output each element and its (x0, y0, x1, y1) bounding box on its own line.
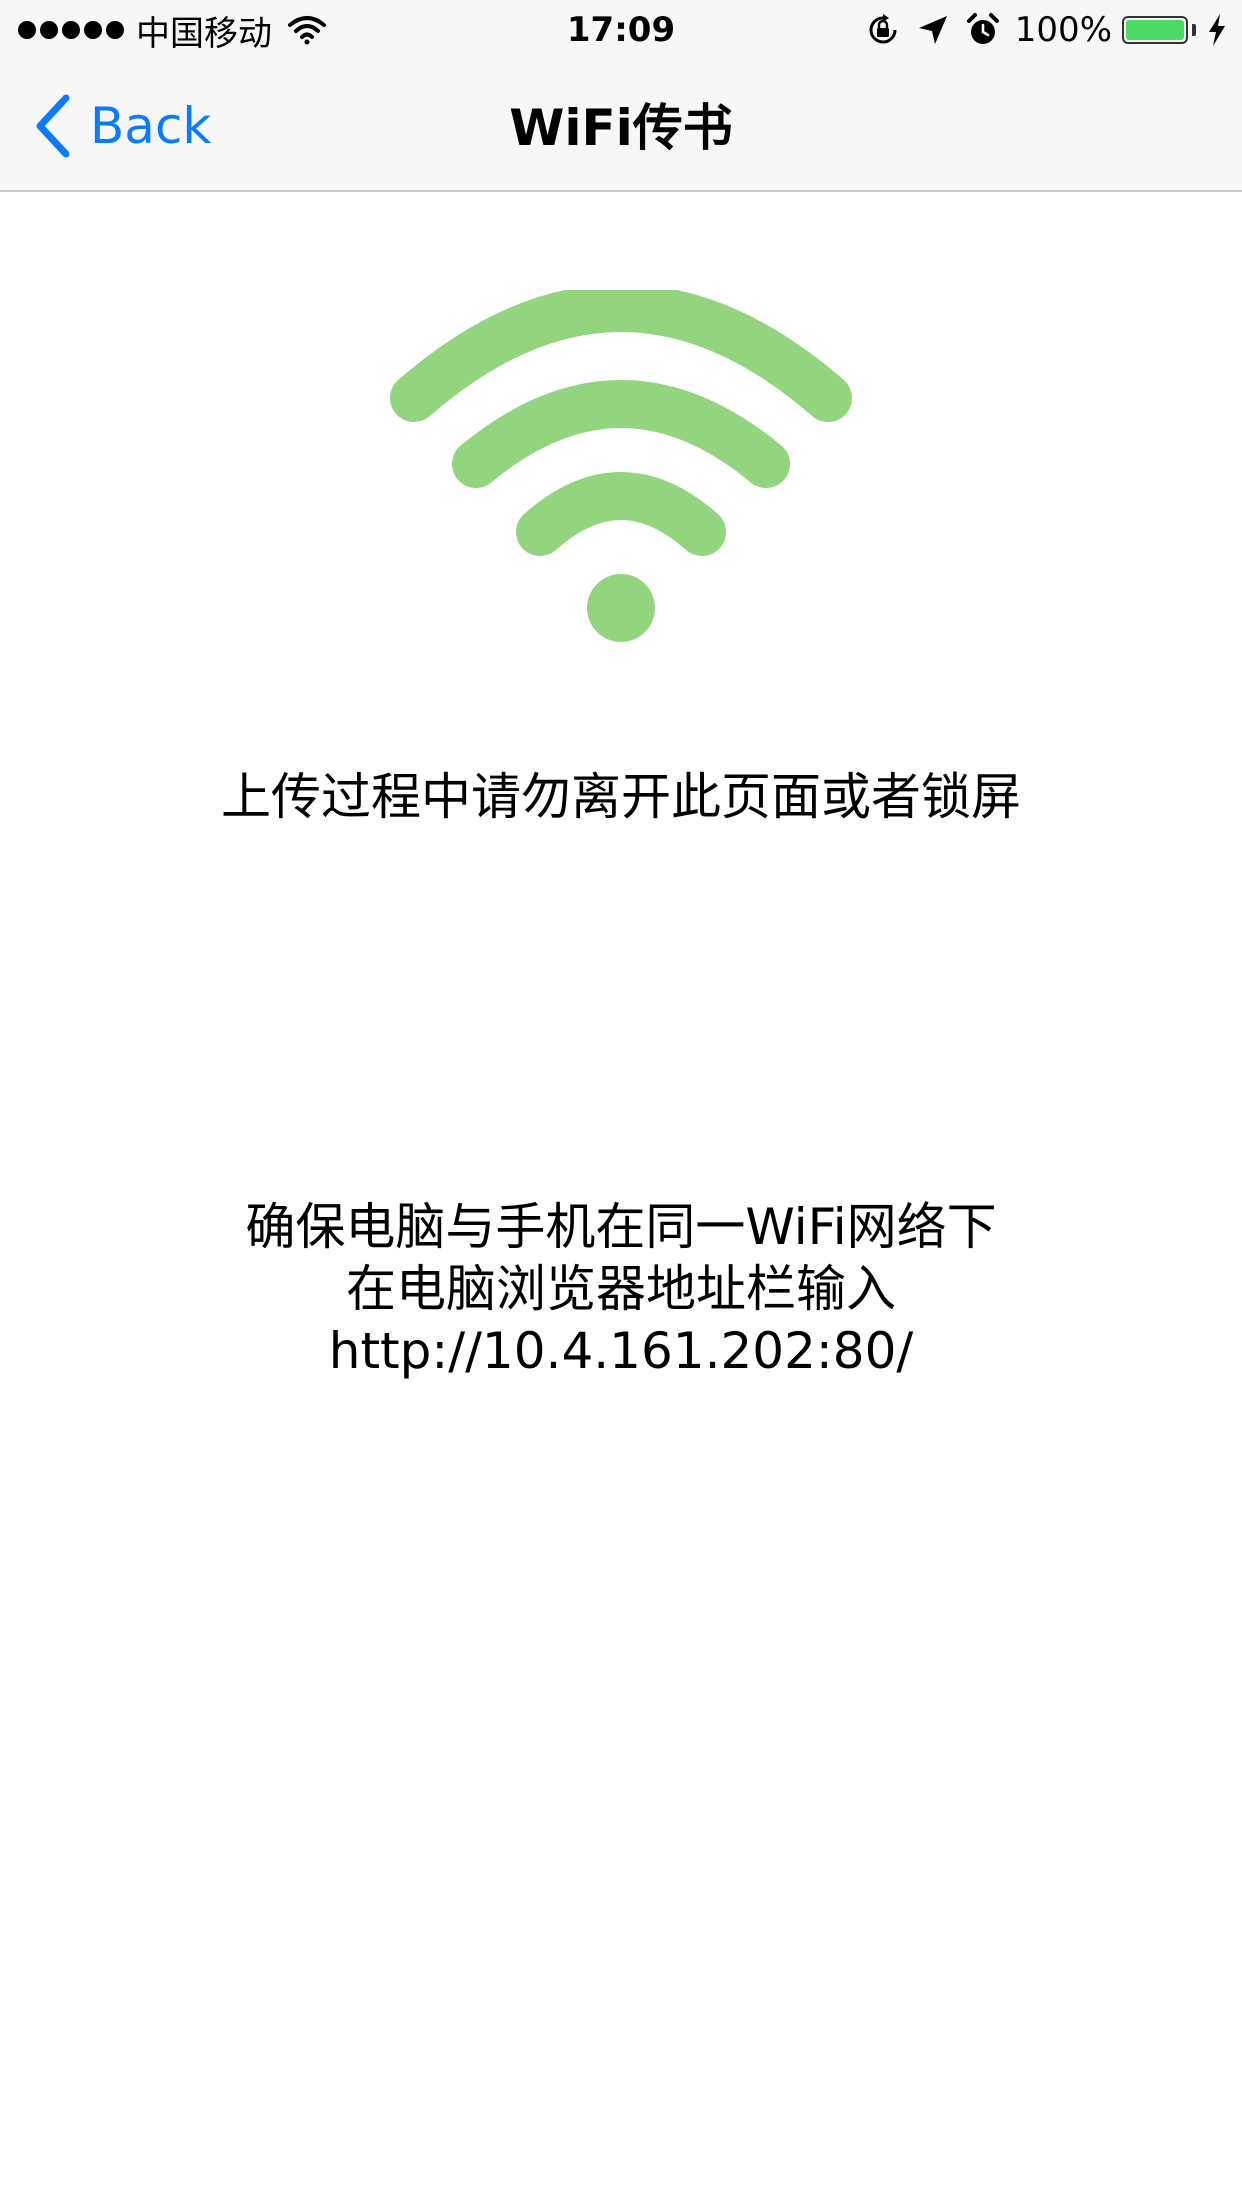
wifi-arc-inner (516, 472, 726, 556)
orientation-lock-icon (869, 14, 897, 44)
page-title: WiFi传书 (509, 99, 733, 157)
status-right: 100% (865, 8, 1228, 52)
status-bar: 中国移动 17:09 100% (0, 0, 1242, 60)
wifi-transfer-screen: 中国移动 17:09 100% Back WiFi传书 上传过程中请勿离开此页面… (0, 0, 1242, 2208)
battery-icon (1122, 16, 1188, 44)
battery-percent: 100% (1014, 10, 1112, 50)
warning-message: 上传过程中请勿离开此页面或者锁屏 (221, 768, 1021, 826)
instruction-line-2: 在电脑浏览器地址栏输入 (346, 1260, 896, 1318)
battery-cap (1192, 24, 1196, 36)
battery-fill (1126, 20, 1184, 40)
charging-bolt-icon (1209, 14, 1225, 46)
alarm-clock-icon (966, 13, 999, 44)
instructions: 确保电脑与手机在同一WiFi网络下 在电脑浏览器地址栏输入 http://10.… (0, 1196, 1242, 1382)
wifi-icon (390, 290, 852, 642)
wifi-arc-middle (452, 380, 790, 488)
wifi-dot (587, 574, 655, 642)
location-arrow-icon (918, 16, 947, 44)
instruction-line-1: 确保电脑与手机在同一WiFi网络下 (245, 1198, 997, 1256)
navigation-bar: Back WiFi传书 (0, 60, 1242, 192)
server-address: http://10.4.161.202:80/ (328, 1322, 914, 1380)
